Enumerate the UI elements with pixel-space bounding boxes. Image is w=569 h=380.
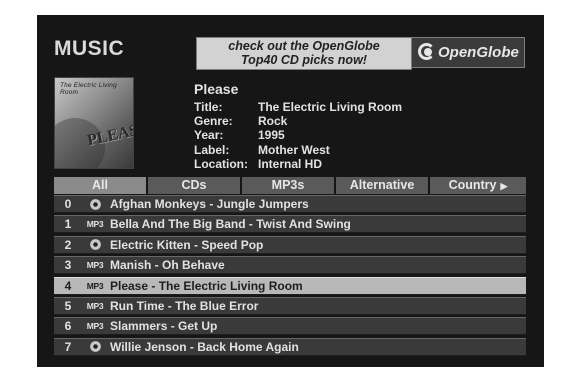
detail-value: The Electric Living Room [258,100,403,114]
banner-line-1: check out the OpenGlobe [228,39,380,53]
openglobe-logo: OpenGlobe [411,37,525,68]
track-label: Run Time - The Blue Error [110,298,259,313]
track-list: 0 Afghan Monkeys - Jungle Jumpers 1 MP3 … [54,195,526,358]
mp3-badge: MP3 [86,280,104,291]
cd-icon [82,198,108,210]
tab-cds[interactable]: CDs [148,177,242,194]
promo-banner[interactable]: check out the OpenGlobe Top40 CD picks n… [196,37,412,70]
detail-key: Location: [194,156,248,171]
album-name: Please [194,81,239,97]
detail-row-location: Location: Internal HD [194,157,402,171]
album-details: Title: The Electric Living Room Genre: R… [194,100,402,171]
track-number: 6 [64,319,72,334]
track-label: Please - The Electric Living Room [110,278,303,293]
page-title: MUSIC [54,37,125,60]
track-row-selected[interactable]: 4 MP3 Please - The Electric Living Room [54,276,526,295]
globe-logo-dot [424,48,432,56]
detail-row-title: Title: The Electric Living Room [194,100,402,114]
track-label: Manish - Oh Behave [110,258,225,273]
track-label: Bella And The Big Band - Twist And Swing [110,217,351,232]
album-cover: The Electric Living Room PLEASE [54,77,134,169]
tab-mp3s[interactable]: MP3s [242,177,336,194]
track-number: 0 [64,197,72,211]
detail-row-label: Label: Mother West [194,143,402,157]
track-label: Afghan Monkeys - Jungle Jumpers [110,197,309,211]
detail-row-genre: Genre: Rock [194,114,402,128]
tab-country[interactable]: Country ▶ [430,177,526,194]
detail-value: Rock [258,114,288,129]
detail-key: Genre: [194,114,233,129]
banner-line-2: Top40 CD picks now! [241,53,367,67]
tab-country-label: Country [448,178,497,192]
mp3-badge: MP3 [86,300,104,311]
track-label: Slammers - Get Up [110,319,218,334]
track-number: 1 [64,217,72,232]
cover-band-text: The Electric Living Room [60,82,117,96]
mp3-badge: MP3 [86,321,104,332]
cd-icon [82,239,108,251]
music-screen: MUSIC check out the OpenGlobe Top40 CD p… [37,15,544,367]
track-row[interactable]: 0 Afghan Monkeys - Jungle Jumpers [54,195,526,213]
tab-all[interactable]: All [54,177,148,194]
category-tabs: All CDs MP3s Alternative Country ▶ [54,177,526,194]
track-label: Electric Kitten - Speed Pop [110,237,264,252]
cd-icon [82,341,108,353]
track-number: 5 [64,298,72,313]
track-row[interactable]: 1 MP3 Bella And The Big Band - Twist And… [54,215,526,234]
detail-key: Title: [194,100,223,114]
track-number: 2 [64,237,72,252]
mp3-badge: MP3 [86,260,104,271]
track-row[interactable]: 5 MP3 Run Time - The Blue Error [54,296,526,315]
track-label: Willie Jenson - Back Home Again [110,339,299,354]
tab-alternative[interactable]: Alternative [336,177,430,194]
track-row[interactable]: 2 Electric Kitten - Speed Pop [54,235,526,254]
logo-text: OpenGlobe [438,44,519,61]
track-number: 3 [64,258,72,273]
chevron-right-icon: ▶ [500,181,508,191]
track-row[interactable]: 6 MP3 Slammers - Get Up [54,317,526,336]
mp3-badge: MP3 [86,219,104,230]
detail-value: 1995 [258,128,285,143]
detail-key: Label: [194,142,230,157]
detail-key: Year: [194,128,224,143]
track-row[interactable]: 7 Willie Jenson - Back Home Again [54,337,526,356]
detail-value: Mother West [258,142,330,157]
track-number: 4 [64,278,72,293]
track-row[interactable]: 3 MP3 Manish - Oh Behave [54,256,526,275]
track-number: 7 [64,339,72,354]
detail-value: Internal HD [258,156,323,171]
detail-row-year: Year: 1995 [194,128,402,142]
